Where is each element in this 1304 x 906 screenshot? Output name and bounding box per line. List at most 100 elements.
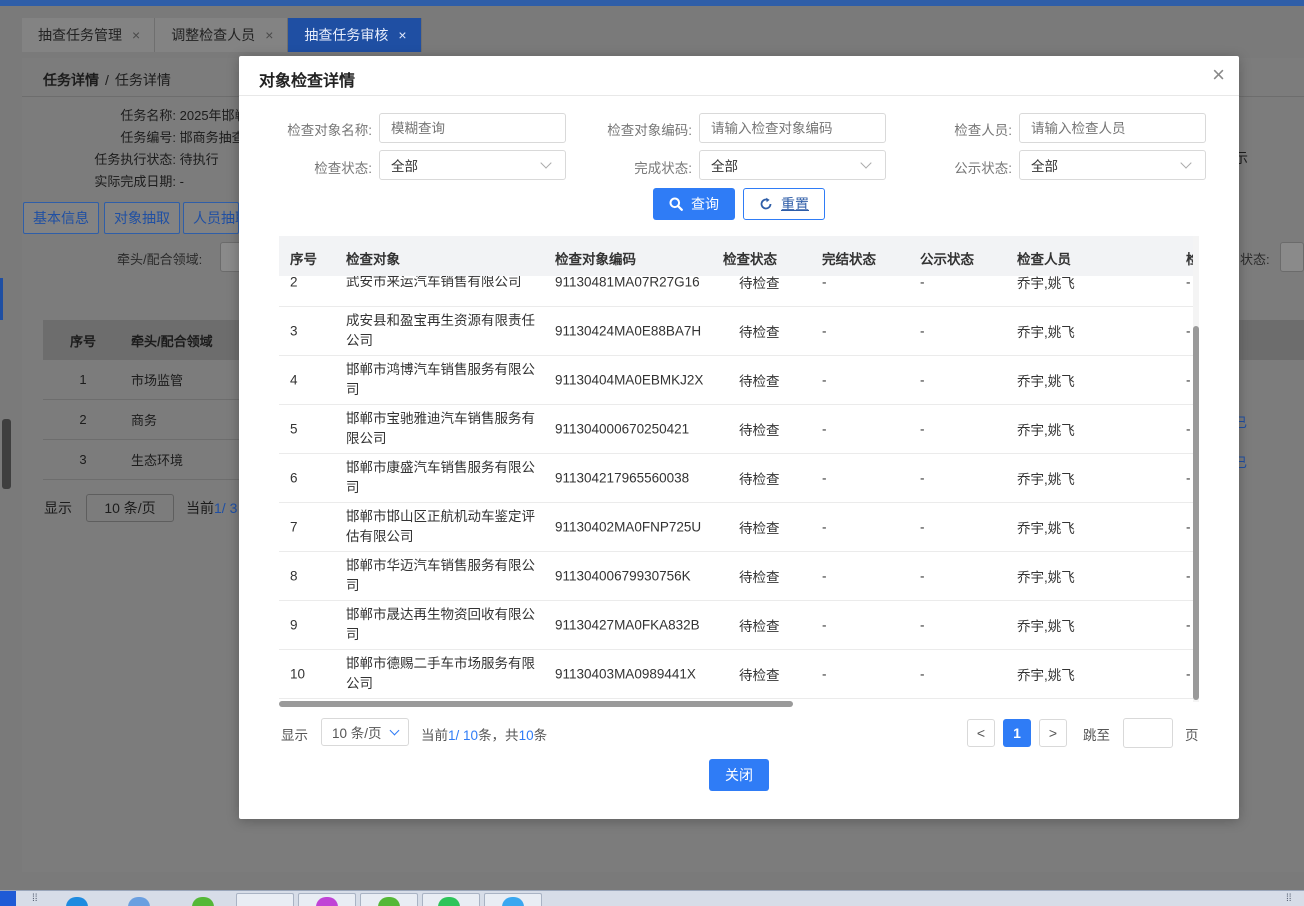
breadcrumb: 任务详情 / 任务详情	[43, 70, 171, 90]
cell-object-code: 91130481MA07R27G16	[555, 276, 700, 290]
cell-extra: -	[1186, 666, 1191, 682]
close-icon[interactable]: ×	[265, 27, 273, 43]
pager-current-prefix: 当前	[421, 728, 448, 743]
info-value: 待执行	[179, 152, 219, 167]
vertical-scrollbar[interactable]	[1193, 326, 1199, 700]
cell-extra: -	[1186, 421, 1191, 437]
table-row: 2 武安市来运汽车销售有限公司 91130481MA07R27G16 待检查 - - 乔宇,…	[279, 276, 1195, 307]
cell-finish-status: -	[822, 666, 827, 682]
tab-task-management[interactable]: 抽查任务管理 ×	[22, 18, 156, 52]
page-1-button[interactable]: 1	[1003, 719, 1031, 747]
cell-inspect-status: 待检查	[739, 472, 780, 487]
prev-page-button[interactable]: <	[967, 719, 995, 747]
breadcrumb-first[interactable]: 任务详情	[43, 72, 99, 88]
pager-show-label: 显示	[281, 728, 308, 743]
cell-object-name: 邯郸市邯山区正航机动车鉴定评估有限公司	[346, 509, 535, 544]
info-finish-date: 实际完成日期: -	[42, 171, 184, 190]
cell-inspectors: 乔宇,姚飞	[1017, 570, 1075, 585]
table-row: 6 邯郸市康盛汽车销售服务有限公司 911304217965560038 待检查 - - 乔…	[279, 454, 1195, 503]
search-button[interactable]: 查询	[653, 188, 735, 220]
cell-num: 5	[290, 421, 298, 437]
cell-finish-status: -	[822, 372, 827, 388]
cell-object-name: 邯郸市华迈汽车销售服务有限公司	[346, 558, 535, 593]
jump-page-input[interactable]	[1123, 718, 1173, 748]
close-icon[interactable]: ×	[398, 27, 406, 43]
cell-public-status: -	[920, 519, 925, 535]
cell-inspectors: 乔宇,姚飞	[1017, 276, 1075, 291]
public-status-select[interactable]: 全部	[1019, 150, 1206, 180]
info-value: -	[179, 174, 184, 189]
inspector-input[interactable]	[1019, 113, 1206, 143]
left-accent	[0, 278, 3, 320]
tab-bar: 抽查任务管理 × 调整检查人员 × 抽查任务审核 ×	[22, 18, 422, 52]
finish-status-label: 完成状态:	[634, 161, 692, 176]
pager-total: 10	[518, 728, 534, 743]
cell-inspect-status: 待检查	[739, 374, 780, 389]
cell-inspectors: 乔宇,姚飞	[1017, 521, 1075, 536]
pager-total-prefix: 条，共	[478, 728, 519, 743]
inspect-status-select[interactable]: 全部	[379, 150, 566, 180]
cell-object-name: 邯郸市鸿博汽车销售服务有限公司	[346, 362, 535, 397]
cell-object-name: 邯郸市德赐二手车市场服务有限公司	[346, 656, 535, 691]
app-icon[interactable]	[192, 897, 214, 906]
cell-object-code: 91130424MA0E88BA7H	[555, 323, 702, 339]
dialog-title: 对象检查详情	[259, 73, 356, 90]
cell-domain: 市场监管	[131, 373, 184, 388]
chevron-down-icon	[1180, 156, 1192, 169]
tab-adjust-inspectors[interactable]: 调整检查人员 ×	[155, 18, 289, 52]
object-code-input[interactable]	[699, 113, 886, 143]
header-public: 公示状态	[920, 252, 974, 267]
cell-num: 2	[290, 276, 298, 290]
info-task-name: 任务名称: 2025年邯郸市	[42, 105, 260, 124]
taskbar-window[interactable]	[236, 893, 294, 906]
start-button[interactable]	[0, 891, 16, 906]
cell-num: 4	[290, 372, 298, 388]
pager-slash: /	[455, 728, 464, 743]
cell-object-name: 武安市来运汽车销售有限公司	[346, 276, 522, 289]
pager-show-label: 显示	[44, 500, 72, 516]
header-object: 检查对象	[346, 252, 400, 267]
dialog-header: 对象检查详情 ×	[239, 56, 1239, 96]
table-body: 2 武安市来运汽车销售有限公司 91130481MA07R27G16 待检查 - - 乔宇,…	[279, 276, 1195, 702]
sidebar-collapse-handle[interactable]	[2, 419, 11, 489]
table-row: 9 邯郸市晟达再生物资回收有限公司 91130427MA0FKA832B 待检查 - - 乔…	[279, 601, 1195, 650]
cell-object-code: 91130400679930756K	[555, 568, 691, 584]
subtab-basic-info[interactable]: 基本信息	[23, 202, 99, 234]
close-icon[interactable]: ×	[1212, 63, 1225, 87]
public-status-label: 公示状态:	[954, 161, 1012, 176]
object-name-input[interactable]	[379, 113, 566, 143]
info-label: 任务执行状态:	[94, 152, 176, 167]
subtab-object-extract[interactable]: 对象抽取	[104, 202, 180, 234]
cell-num: 7	[290, 519, 298, 535]
close-icon[interactable]: ×	[132, 27, 140, 43]
reset-button[interactable]: 重置	[743, 188, 825, 220]
next-page-button[interactable]: >	[1039, 719, 1067, 747]
pager-current-prefix: 当前	[186, 500, 214, 516]
page-size-select[interactable]: 10 条/页	[86, 494, 174, 522]
pager-current: 1/ 3	[214, 500, 238, 516]
cell-public-status: -	[920, 617, 925, 633]
subtab-person-extract[interactable]: 人员抽取	[183, 202, 239, 234]
object-name-label: 检查对象名称:	[287, 123, 372, 138]
cell-object-code: 91130403MA0989441X	[555, 666, 696, 682]
page-size-select[interactable]: 10 条/页	[321, 718, 409, 746]
breadcrumb-separator: /	[105, 72, 109, 88]
cell-inspect-status: 待检查	[739, 325, 780, 340]
browser-icon[interactable]	[128, 897, 150, 906]
inspector-label: 检查人员:	[954, 123, 1012, 138]
app-icon[interactable]	[66, 897, 88, 906]
grip-icon: ⁞⁞	[1286, 893, 1292, 904]
close-button[interactable]: 关闭	[709, 759, 769, 791]
cell-object-code: 91130404MA0EBMKJ2X	[555, 372, 704, 388]
header-cell: 牵头/配合领域	[131, 333, 213, 349]
cell-finish-status: -	[822, 470, 827, 486]
finish-status-select[interactable]: 全部	[699, 150, 886, 180]
horizontal-scrollbar[interactable]	[279, 701, 793, 707]
tab-task-review[interactable]: 抽查任务审核 ×	[288, 18, 422, 52]
object-inspection-dialog: 对象检查详情 × 检查对象名称: 检查对象编码: 检查人员: 检查状态: 全部 …	[239, 56, 1239, 819]
info-task-code: 任务编号: 邯商务抽查〔	[42, 127, 257, 146]
cell-object-code: 91130427MA0FKA832B	[555, 617, 700, 633]
status-filter-input[interactable]	[1280, 242, 1304, 272]
cell-finish-status: -	[822, 276, 827, 290]
cell-extra: -	[1186, 519, 1191, 535]
